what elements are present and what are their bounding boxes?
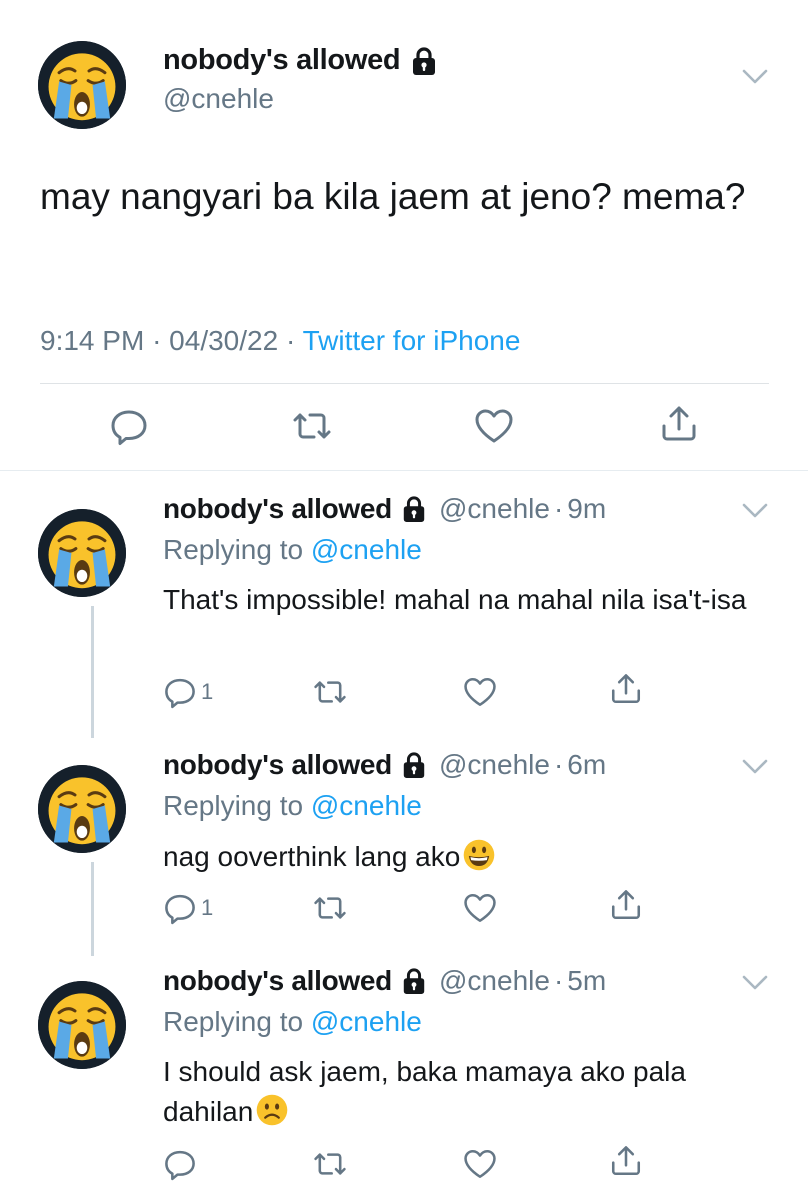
reply-count: 1 bbox=[201, 679, 214, 704]
retweet-icon bbox=[313, 891, 347, 925]
tweet-time: 9:14 PM bbox=[40, 325, 145, 356]
replying-to-link[interactable]: @cnehle bbox=[311, 790, 422, 821]
heart-icon bbox=[463, 1147, 497, 1181]
tweet-date: 04/30/22 bbox=[169, 325, 279, 356]
lock-icon bbox=[410, 46, 438, 76]
reply-header: nobody's allowed @cnehle · 9m bbox=[163, 493, 606, 525]
tweet-text-row: I should ask jaem, baka mamaya ako pala … bbox=[163, 1052, 753, 1132]
display-name[interactable]: nobody's allowed bbox=[163, 44, 401, 77]
heart-icon bbox=[474, 406, 514, 446]
tweet-text: may nangyari ba kila jaem at jeno? mema? bbox=[40, 176, 746, 217]
crying-face-avatar-icon bbox=[38, 981, 126, 1069]
retweet-button[interactable] bbox=[292, 406, 332, 446]
grinning-face-icon bbox=[462, 838, 496, 872]
reply-button[interactable] bbox=[163, 1147, 201, 1181]
replying-prefix: Replying to bbox=[163, 1006, 304, 1037]
lock-icon bbox=[401, 495, 427, 523]
reply-button[interactable] bbox=[109, 406, 149, 446]
tweet-source-link[interactable]: Twitter for iPhone bbox=[303, 325, 521, 356]
tweet-age: 5m bbox=[567, 965, 607, 996]
meta-dot: · bbox=[553, 749, 564, 780]
like-button[interactable] bbox=[474, 406, 514, 446]
meta-dot: · bbox=[553, 965, 564, 996]
crying-face-avatar-icon bbox=[38, 765, 126, 853]
retweet-icon bbox=[313, 1147, 347, 1181]
reply-tweet: nobody's allowed @cnehle · 6m Replying t… bbox=[0, 726, 808, 943]
share-icon bbox=[609, 1144, 643, 1178]
tweet-text: nag ooverthink lang ako bbox=[163, 841, 461, 872]
retweet-button[interactable] bbox=[313, 675, 347, 709]
retweet-button[interactable] bbox=[313, 891, 347, 925]
replying-to-link[interactable]: @cnehle bbox=[311, 534, 422, 565]
tweet-text-row: nag ooverthink lang ako bbox=[163, 837, 763, 877]
reply-icon bbox=[163, 675, 197, 709]
share-button[interactable] bbox=[609, 888, 643, 922]
handle[interactable]: @cnehle bbox=[439, 493, 550, 525]
tweet-text: That's impossible! mahal na mahal nila i… bbox=[163, 584, 747, 615]
divider bbox=[40, 383, 769, 384]
main-tweet: nobody's allowed @cnehle may nangyari ba… bbox=[0, 0, 808, 470]
tweet-age: 9m bbox=[567, 493, 607, 524]
tweet-text: I should ask jaem, baka mamaya ako pala … bbox=[163, 1056, 686, 1127]
reply-icon bbox=[163, 891, 197, 925]
reply-icon bbox=[109, 406, 149, 446]
lock-icon bbox=[401, 751, 427, 779]
reply-count: 1 bbox=[201, 895, 214, 920]
share-button[interactable] bbox=[609, 672, 643, 706]
replying-prefix: Replying to bbox=[163, 534, 304, 565]
reply-tweet: nobody's allowed @cnehle · 5m Replying t… bbox=[0, 942, 808, 1200]
avatar[interactable] bbox=[38, 981, 126, 1069]
crying-face-avatar-icon bbox=[38, 509, 126, 597]
reply-header: nobody's allowed @cnehle · 6m bbox=[163, 749, 606, 781]
display-name[interactable]: nobody's allowed bbox=[163, 749, 392, 781]
reply-tweet: nobody's allowed @cnehle · 9m Replying t… bbox=[0, 470, 808, 726]
replying-to: Replying to @cnehle bbox=[163, 534, 422, 566]
retweet-icon bbox=[313, 675, 347, 709]
reply-header: nobody's allowed @cnehle · 5m bbox=[163, 965, 606, 997]
handle[interactable]: @cnehle bbox=[439, 749, 550, 781]
meta-dot: · bbox=[553, 493, 564, 524]
share-icon bbox=[659, 404, 699, 444]
reply-button[interactable]: 1 bbox=[163, 675, 213, 709]
share-button[interactable] bbox=[609, 1144, 643, 1178]
replying-prefix: Replying to bbox=[163, 790, 304, 821]
like-button[interactable] bbox=[463, 675, 497, 709]
retweet-icon bbox=[292, 406, 332, 446]
like-button[interactable] bbox=[463, 1147, 497, 1181]
meta-dot: · bbox=[285, 325, 296, 356]
chevron-down-icon[interactable] bbox=[741, 502, 769, 520]
replying-to: Replying to @cnehle bbox=[163, 1006, 422, 1038]
share-icon bbox=[609, 672, 643, 706]
handle[interactable]: @cnehle bbox=[439, 965, 550, 997]
lock-icon bbox=[401, 967, 427, 995]
tweet-meta: 9:14 PM · 04/30/22 · Twitter for iPhone bbox=[40, 325, 520, 357]
heart-icon bbox=[463, 675, 497, 709]
replying-to-link[interactable]: @cnehle bbox=[311, 1006, 422, 1037]
frowning-face-icon bbox=[255, 1093, 289, 1127]
display-name[interactable]: nobody's allowed bbox=[163, 965, 392, 997]
display-name-row[interactable]: nobody's allowed bbox=[163, 44, 438, 77]
share-button[interactable] bbox=[659, 404, 699, 444]
share-icon bbox=[609, 888, 643, 922]
avatar[interactable] bbox=[38, 509, 126, 597]
reply-button[interactable]: 1 bbox=[163, 891, 213, 925]
meta-dot: · bbox=[152, 325, 162, 356]
heart-icon bbox=[463, 891, 497, 925]
display-name[interactable]: nobody's allowed bbox=[163, 493, 392, 525]
chevron-down-icon[interactable] bbox=[741, 974, 769, 992]
like-button[interactable] bbox=[463, 891, 497, 925]
reply-icon bbox=[163, 1147, 197, 1181]
handle[interactable]: @cnehle bbox=[163, 83, 274, 115]
chevron-down-icon[interactable] bbox=[741, 68, 769, 86]
crying-face-avatar-icon bbox=[38, 41, 126, 129]
retweet-button[interactable] bbox=[313, 1147, 347, 1181]
tweet-age: 6m bbox=[567, 749, 607, 780]
replying-to: Replying to @cnehle bbox=[163, 790, 422, 822]
avatar[interactable] bbox=[38, 41, 126, 129]
avatar[interactable] bbox=[38, 765, 126, 853]
chevron-down-icon[interactable] bbox=[741, 758, 769, 776]
